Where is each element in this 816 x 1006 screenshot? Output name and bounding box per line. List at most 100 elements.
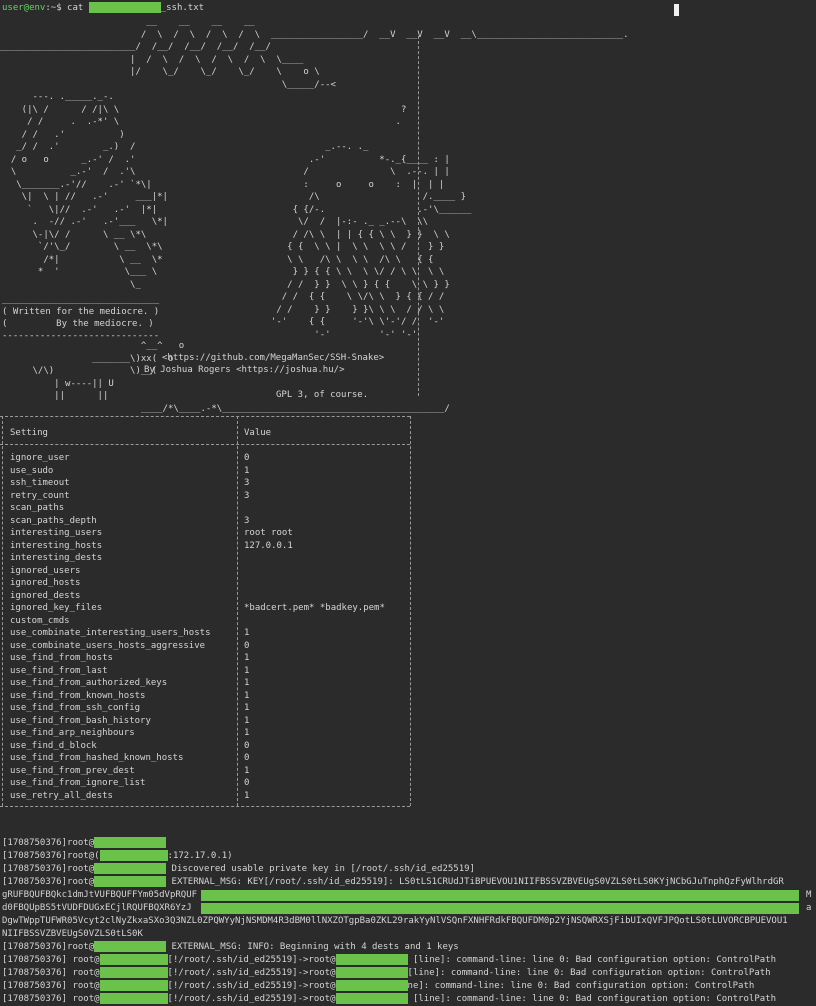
table-cell-setting: scan_paths <box>10 503 65 513</box>
log-line: d0FBQUpBS5tVUDFDUGxECjlRQUFBQXR6YzJ <box>2 903 192 913</box>
table-cell-value: 1 <box>244 465 250 476</box>
log-line: [1708750376]root@ EXTERNAL_MSG: INFO: Be… <box>2 941 459 952</box>
redacted-host <box>94 837 167 848</box>
table-cell-value: *badcert.pem* *badkey.pem* <box>244 603 385 613</box>
table-column-divider <box>237 416 238 806</box>
table-border-bottom <box>0 806 410 807</box>
redacted-key <box>201 890 799 901</box>
table-cell-setting: use_sudo <box>10 465 54 476</box>
table-cell-setting: interesting_dests <box>10 553 103 563</box>
redacted-key <box>201 903 799 914</box>
table-left-border <box>2 416 3 806</box>
table-cell-setting: use_find_from_ignore_list <box>10 778 146 788</box>
table-cell-setting: ignored_users <box>10 565 81 576</box>
table-cell-setting: use_find_from_prev_dest <box>10 765 135 776</box>
table-cell-setting: use_find_from_authorized_keys <box>10 678 168 688</box>
table-cell-setting: scan_paths_depth <box>10 515 97 526</box>
log-line-end: M <box>806 890 812 900</box>
tagline-border-top: _____________________________ <box>2 295 160 305</box>
table-cell-setting: retry_count <box>10 490 70 501</box>
table-cell-value: 1 <box>244 703 250 713</box>
table-cell-value: 0 <box>244 640 250 651</box>
table-cell-setting: ignore_user <box>10 453 70 463</box>
table-cell-value: 127.0.0.1 <box>244 540 293 551</box>
table-cell-setting: use_retry_all_dests <box>10 790 113 801</box>
table-cell-value: 1 <box>244 790 250 801</box>
table-cell-value: 3 <box>244 478 250 488</box>
log-line-end: a <box>806 903 812 913</box>
table-cell-value: 3 <box>244 490 250 501</box>
table-cell-value: 1 <box>244 665 250 676</box>
table-cell-setting: ignored_hosts <box>10 578 81 588</box>
log-line: [1708750376] root@ [!/root/.ssh/id_ed2551… <box>2 954 776 965</box>
terminal-cursor <box>674 4 679 16</box>
redacted-host <box>99 980 168 991</box>
log-line: [1708750376] root@ [!/root/.ssh/id_ed2551… <box>2 993 776 1004</box>
table-right-border <box>410 416 411 806</box>
tagline-2: ( By the mediocre. ) <box>2 319 154 329</box>
github-url: <https://github.com/MegaManSec/SSH-Snake… <box>162 353 385 363</box>
table-cell-setting: use_find_from_bash_history <box>10 715 151 726</box>
license-line: GPL 3, of course. <box>276 390 369 400</box>
redacted-host <box>335 967 408 978</box>
redacted-host <box>94 876 167 887</box>
table-cell-setting: ignored_dests <box>10 590 81 601</box>
table-cell-value: 3 <box>244 515 250 526</box>
table-cell-value: 0 <box>244 453 250 463</box>
table-cell-setting: use_find_from_ssh_config <box>10 703 141 713</box>
table-cell-setting: ignored_key_files <box>10 603 103 613</box>
table-header-value: Value <box>244 428 272 438</box>
table-cell-value: 1 <box>244 628 250 638</box>
log-line: [1708750376]root@ <box>2 837 167 850</box>
redacted-host <box>94 863 167 874</box>
log-line: [1708750376]root@ Discovered usable priv… <box>2 863 475 874</box>
table-cell-setting: interesting_users <box>10 528 103 538</box>
table-cell-setting: use_combinate_interesting_users_hosts <box>10 628 211 638</box>
snake-banner-top: __ __ __ __ / \ / \ / \ / \ ____________… <box>0 17 629 90</box>
table-cell-value: 1 <box>244 765 250 776</box>
table-cell-setting: use_find_from_hosts <box>10 653 113 663</box>
log-line: DgwTWppTUFWR05Vcyt2clNyZkxaSXo3Q3NZL0ZPQ… <box>2 916 788 926</box>
table-header-divider <box>0 444 410 445</box>
redacted-host <box>94 941 167 952</box>
log-line: [1708750376] root@ [!/root/.ssh/id_ed2551… <box>2 980 755 991</box>
table-cell-setting: custom_cmds <box>10 615 70 626</box>
table-cell-value: root root <box>244 528 293 538</box>
redacted-host <box>335 993 408 1004</box>
author-line: By Joshua Rogers <https://joshua.hu/> <box>144 365 345 375</box>
table-cell-value: 0 <box>244 778 250 788</box>
table-cell-value: 1 <box>244 715 250 726</box>
table-cell-value: 1 <box>244 728 250 738</box>
table-cell-setting: interesting_hosts <box>10 540 103 551</box>
table-cell-setting: use_find_d_block <box>10 740 97 751</box>
redacted-host <box>335 980 408 991</box>
table-cell-setting: use_combinate_users_hosts_aggressive <box>10 640 206 651</box>
table-cell-setting: use_find_arp_neighbours <box>10 728 135 738</box>
table-cell-setting: ssh_timeout <box>10 478 70 488</box>
table-header-setting: Setting <box>10 428 48 438</box>
filename-suffix: _ssh.txt <box>160 3 205 13</box>
redacted-filename <box>88 2 161 13</box>
table-cell-value: 1 <box>244 653 250 663</box>
redacted-host <box>335 954 408 965</box>
prompt-user: user@env <box>2 3 46 13</box>
table-cell-setting: use_find_from_hashed_known_hosts <box>10 753 184 763</box>
redacted-host <box>99 993 168 1004</box>
redacted-host <box>99 967 168 978</box>
log-line: NIIFBSSVZBVEUgS0VZLS0tLS0K <box>2 929 143 939</box>
table-cell-value: 0 <box>244 753 250 763</box>
table-cell-value: 1 <box>244 678 250 688</box>
table-cell-setting: use_find_from_last <box>10 665 108 676</box>
redacted-host <box>99 954 168 965</box>
command-line: user@env:~$ cat _ssh.txt <box>2 2 204 15</box>
log-line: [1708750376] root@ [!/root/.ssh/id_ed2551… <box>2 967 771 978</box>
prompt-suffix: :~$ cat <box>45 3 89 13</box>
redacted-host <box>99 850 168 861</box>
banner-right-edge <box>418 36 419 396</box>
tagline-1: ( Written for the mediocre. ) <box>2 307 160 317</box>
table-border-top <box>0 416 410 417</box>
log-line: [1708750376]root@ EXTERNAL_MSG: KEY[/roo… <box>2 876 784 887</box>
table-cell-value: 1 <box>244 690 250 701</box>
table-cell-setting: use_find_from_known_hosts <box>10 690 146 701</box>
table-cell-value: 0 <box>244 740 250 751</box>
